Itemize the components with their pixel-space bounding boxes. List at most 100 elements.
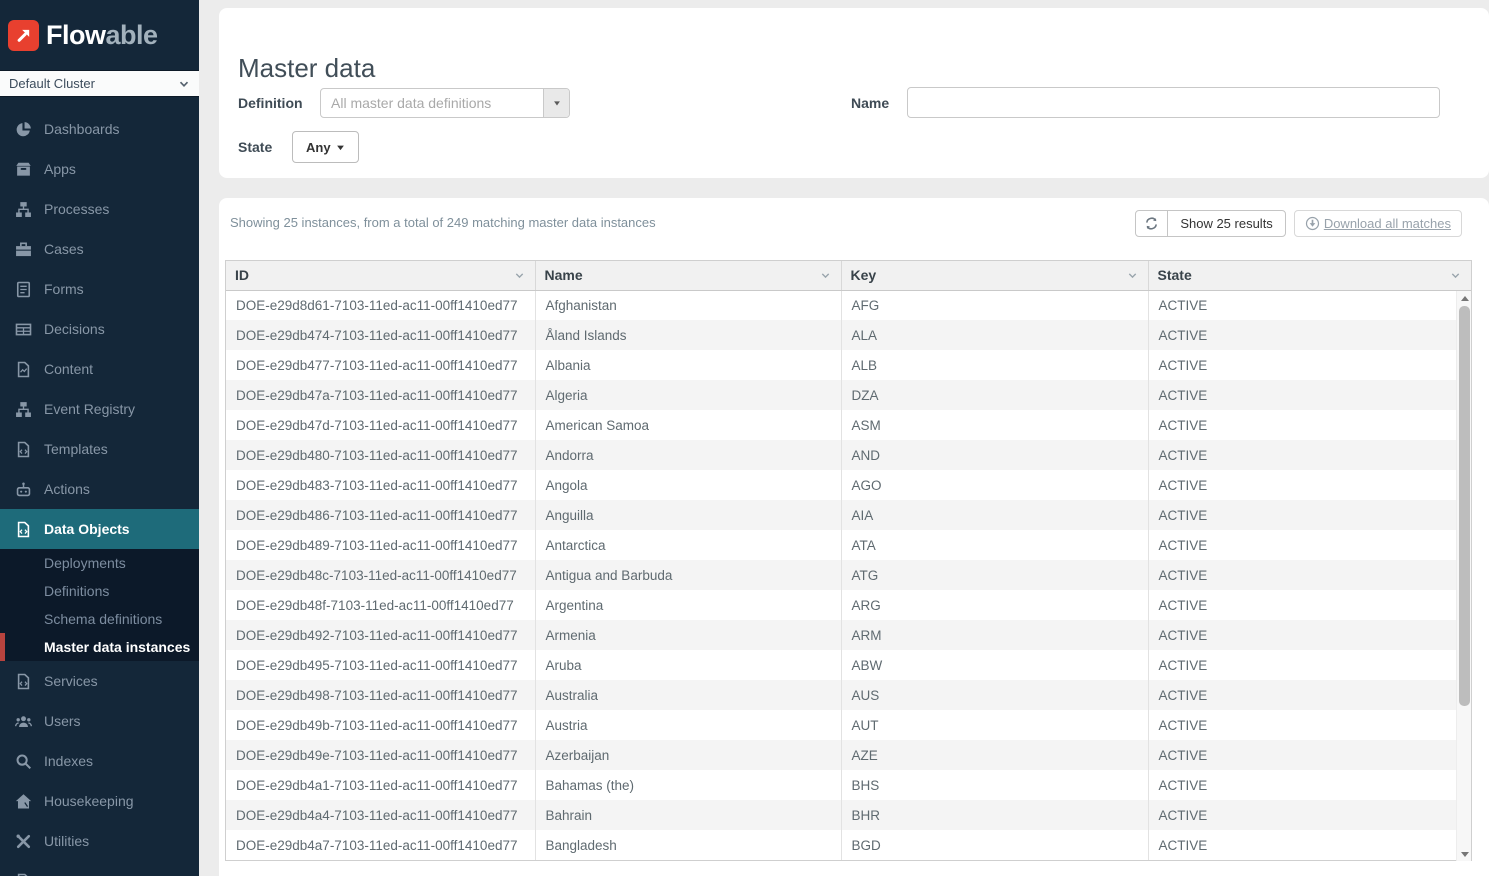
cell-id: DOE-e29db480-7103-11ed-ac11-00ff1410ed77 [226, 440, 535, 470]
column-header-name[interactable]: Name [535, 261, 841, 290]
definition-select-arrow-button[interactable] [543, 89, 569, 117]
sidebar-item-label: Forms [44, 281, 84, 297]
sidebar-item-label: Housekeeping [44, 793, 134, 809]
table-row[interactable]: DOE-e29db495-7103-11ed-ac11-00ff1410ed77… [226, 650, 1471, 680]
cell-state: ACTIVE [1148, 290, 1471, 320]
sidebar-item-actions[interactable]: Actions [0, 469, 199, 509]
sidebar-item-users[interactable]: Users [0, 701, 199, 741]
column-header-key[interactable]: Key [841, 261, 1148, 290]
table-scrollbar[interactable] [1456, 291, 1471, 861]
sidebar-item-dashboards[interactable]: Dashboards [0, 109, 199, 149]
state-dropdown-button[interactable]: Any [292, 131, 359, 163]
cell-name: Bahrain [535, 800, 841, 830]
cell-key: ABW [841, 650, 1148, 680]
page-title: Master data [238, 54, 375, 82]
name-input[interactable] [907, 87, 1440, 118]
show-results-button[interactable]: Show 25 results [1167, 210, 1286, 237]
table-row[interactable]: DOE-e29db477-7103-11ed-ac11-00ff1410ed77… [226, 350, 1471, 380]
refresh-button[interactable] [1135, 210, 1168, 237]
definition-select[interactable]: All master data definitions [320, 88, 570, 118]
cell-name: Antarctica [535, 530, 841, 560]
sitemap-icon [14, 400, 32, 418]
table-row[interactable]: DOE-e29db492-7103-11ed-ac11-00ff1410ed77… [226, 620, 1471, 650]
cell-name: Armenia [535, 620, 841, 650]
cell-state: ACTIVE [1148, 500, 1471, 530]
code-file-icon [14, 520, 32, 538]
table-row[interactable]: DOE-e29db4a1-7103-11ed-ac11-00ff1410ed77… [226, 770, 1471, 800]
table-row[interactable]: DOE-e29db47d-7103-11ed-ac11-00ff1410ed77… [226, 410, 1471, 440]
sort-chevron-down-icon [514, 270, 525, 281]
sidebar-item-label: Data Objects [44, 521, 130, 537]
sidebar-item-apps[interactable]: Apps [0, 149, 199, 189]
cell-key: ALA [841, 320, 1148, 350]
table-row[interactable]: DOE-e29d8d61-7103-11ed-ac11-00ff1410ed77… [226, 290, 1471, 320]
caret-down-icon [336, 143, 345, 152]
cell-id: DOE-e29db486-7103-11ed-ac11-00ff1410ed77 [226, 500, 535, 530]
sidebar-item-label: Cases [44, 241, 84, 257]
cell-state: ACTIVE [1148, 350, 1471, 380]
table-row[interactable]: DOE-e29db474-7103-11ed-ac11-00ff1410ed77… [226, 320, 1471, 350]
sidebar-subitem-definitions[interactable]: Definitions [0, 577, 199, 605]
apps-box-icon [14, 160, 32, 178]
sidebar-subitem-deployments[interactable]: Deployments [0, 549, 199, 577]
sidebar-item-utilities[interactable]: Utilities [0, 821, 199, 861]
cell-id: DOE-e29db483-7103-11ed-ac11-00ff1410ed77 [226, 470, 535, 500]
code-file-icon [14, 440, 32, 458]
scrollbar-thumb[interactable] [1459, 306, 1470, 706]
table-row[interactable]: DOE-e29db483-7103-11ed-ac11-00ff1410ed77… [226, 470, 1471, 500]
table-row[interactable]: DOE-e29db489-7103-11ed-ac11-00ff1410ed77… [226, 530, 1471, 560]
table-row[interactable]: DOE-e29db49b-7103-11ed-ac11-00ff1410ed77… [226, 710, 1471, 740]
table-row[interactable]: DOE-e29db480-7103-11ed-ac11-00ff1410ed77… [226, 440, 1471, 470]
sidebar-item-label: Services [44, 673, 98, 689]
download-label: Download all matches [1324, 216, 1451, 231]
sidebar-subitem-schema-definitions[interactable]: Schema definitions [0, 605, 199, 633]
column-header-state[interactable]: State [1148, 261, 1471, 290]
sidebar-item-content[interactable]: Content [0, 349, 199, 389]
table-row[interactable]: DOE-e29db48c-7103-11ed-ac11-00ff1410ed77… [226, 560, 1471, 590]
sort-chevron-down-icon [1127, 270, 1138, 281]
sidebar-item-partial[interactable] [0, 861, 199, 876]
table-row[interactable]: DOE-e29db4a7-7103-11ed-ac11-00ff1410ed77… [226, 830, 1471, 860]
active-item-indicator [0, 633, 5, 661]
cluster-select[interactable]: Default Cluster [0, 70, 199, 97]
cell-id: DOE-e29db474-7103-11ed-ac11-00ff1410ed77 [226, 320, 535, 350]
cell-key: ARG [841, 590, 1148, 620]
sidebar-item-processes[interactable]: Processes [0, 189, 199, 229]
tools-icon [14, 832, 32, 850]
download-all-matches-button[interactable]: Download all matches [1294, 210, 1462, 237]
table-row[interactable]: DOE-e29db49e-7103-11ed-ac11-00ff1410ed77… [226, 740, 1471, 770]
sidebar-item-indexes[interactable]: Indexes [0, 741, 199, 781]
table-row[interactable]: DOE-e29db4a4-7103-11ed-ac11-00ff1410ed77… [226, 800, 1471, 830]
document-chart-icon [14, 360, 32, 378]
table-row[interactable]: DOE-e29db47a-7103-11ed-ac11-00ff1410ed77… [226, 380, 1471, 410]
sidebar-item-forms[interactable]: Forms [0, 269, 199, 309]
sidebar-submenu-data-objects: Deployments Definitions Schema definitions… [0, 549, 199, 661]
app-logo: Flowable [0, 0, 199, 70]
cell-id: DOE-e29db4a7-7103-11ed-ac11-00ff1410ed77 [226, 830, 535, 860]
cell-state: ACTIVE [1148, 470, 1471, 500]
sidebar-nav: DashboardsAppsProcesses Cases Forms Decisio… [0, 97, 199, 876]
sidebar-subitem-label: Definitions [44, 583, 109, 599]
column-header-id[interactable]: ID [226, 261, 535, 290]
sidebar-item-cases[interactable]: Cases [0, 229, 199, 269]
cell-key: AUS [841, 680, 1148, 710]
sidebar-item-data-objects[interactable]: Data Objects [0, 509, 199, 549]
sidebar-item-housekeeping[interactable]: Housekeeping [0, 781, 199, 821]
table-row[interactable]: DOE-e29db48f-7103-11ed-ac11-00ff1410ed77… [226, 590, 1471, 620]
scrollbar-down-arrow[interactable] [1457, 847, 1472, 861]
cell-key: AFG [841, 290, 1148, 320]
cell-key: BHS [841, 770, 1148, 800]
cell-state: ACTIVE [1148, 560, 1471, 590]
search-icon [14, 752, 32, 770]
table-row[interactable]: DOE-e29db498-7103-11ed-ac11-00ff1410ed77… [226, 680, 1471, 710]
sitemap-icon [14, 200, 32, 218]
sidebar-item-decisions[interactable]: Decisions [0, 309, 199, 349]
sidebar-item-services[interactable]: Services [0, 661, 199, 701]
scrollbar-up-arrow[interactable] [1457, 291, 1472, 305]
sidebar-item-templates[interactable]: Templates [0, 429, 199, 469]
sidebar-item-event-registry[interactable]: Event Registry [0, 389, 199, 429]
table-row[interactable]: DOE-e29db486-7103-11ed-ac11-00ff1410ed77… [226, 500, 1471, 530]
main-content: Master data Definition All master data d… [199, 0, 1489, 876]
cell-name: Algeria [535, 380, 841, 410]
sidebar-subitem-master-data-instances[interactable]: Master data instances [0, 633, 199, 661]
